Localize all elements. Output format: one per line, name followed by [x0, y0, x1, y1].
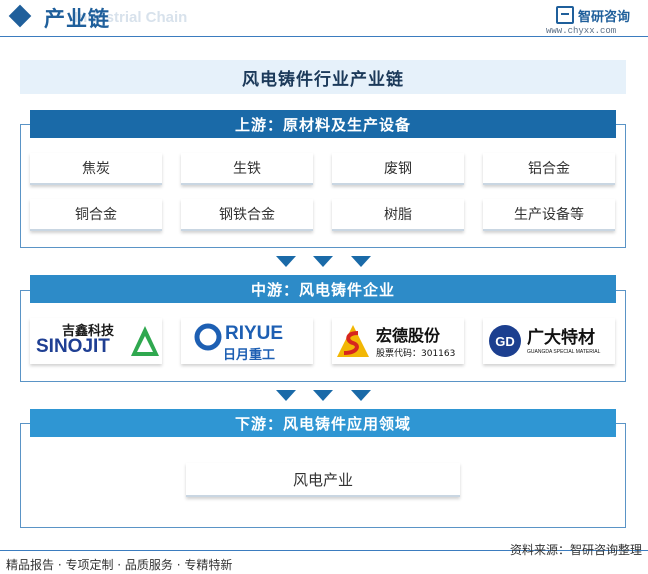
midstream-band: 中游：风电铸件企业	[30, 275, 616, 303]
midstream-label: 中游：风电铸件企业	[250, 280, 395, 299]
header-divider	[0, 36, 648, 37]
ring-logo-icon	[194, 323, 222, 351]
brand-name: 智研咨询	[578, 10, 631, 25]
downstream-label: 下游：风电铸件应用领域	[234, 414, 411, 433]
company-logo-guangda: GD 广大特材 GUANGDA SPECIAL MATERIAL	[483, 318, 615, 364]
upstream-item: 生产设备等	[483, 199, 615, 231]
gd-circle-logo-icon: GD	[489, 325, 521, 357]
chain-title-band: 风电铸件行业产业链	[20, 60, 626, 94]
down-arrow-icon	[276, 390, 296, 401]
company-name-cn: 宏德股份	[376, 326, 441, 345]
company-stock-code: 股票代码：301163	[376, 349, 456, 359]
company-logo-sinojit: 吉鑫科技 SINOJIT	[30, 318, 162, 364]
upstream-item: 钢铁合金	[181, 199, 313, 231]
upstream-item: 废钢	[332, 153, 464, 185]
down-arrow-icon	[276, 256, 296, 267]
diamond-icon	[8, 4, 32, 28]
s-mountain-logo-icon	[337, 325, 369, 357]
down-arrow-icon	[313, 390, 333, 401]
chain-title: 风电铸件行业产业链	[242, 69, 404, 90]
downstream-item: 风电产业	[186, 463, 460, 497]
upstream-item: 铝合金	[483, 153, 615, 185]
down-arrow-icon	[313, 256, 333, 267]
footer-tags: 精品报告 · 专项定制 · 品质服务 · 专精特新	[6, 558, 233, 572]
company-name-cn: 日月重工	[223, 348, 276, 363]
upstream-item: 铜合金	[30, 199, 162, 231]
company-name-en: RIYUE	[225, 323, 284, 344]
upstream-label: 上游：原材料及生产设备	[234, 115, 411, 134]
company-logo-hongde: 宏德股份 股票代码：301163	[332, 318, 464, 364]
upstream-item: 生铁	[181, 153, 313, 185]
brand[interactable]: 智研咨询 www.chyxx.com	[546, 4, 642, 36]
down-arrow-icon	[351, 390, 371, 401]
brand-logo-icon	[556, 6, 574, 24]
svg-text:GD: GD	[495, 334, 515, 349]
brand-url[interactable]: www.chyxx.com	[546, 26, 616, 36]
down-arrow-icon	[351, 256, 371, 267]
downstream-band: 下游：风电铸件应用领域	[30, 409, 616, 437]
triangle-logo-icon	[131, 326, 159, 356]
company-name-cn: 广大特材	[527, 328, 595, 348]
footer-source: 资料来源：智研咨询整理	[509, 543, 642, 557]
upstream-item: 焦炭	[30, 153, 162, 185]
header-title: 产业链	[44, 7, 110, 31]
company-name-en: SINOJIT	[36, 336, 110, 357]
company-logo-riyue: RIYUE 日月重工	[181, 318, 313, 364]
upstream-item: 树脂	[332, 199, 464, 231]
company-name-en: GUANGDA SPECIAL MATERIAL	[527, 349, 601, 355]
page-header: Industrial Chain 产业链 智研咨询 www.chyxx.com	[0, 0, 648, 40]
upstream-band: 上游：原材料及生产设备	[30, 110, 616, 138]
